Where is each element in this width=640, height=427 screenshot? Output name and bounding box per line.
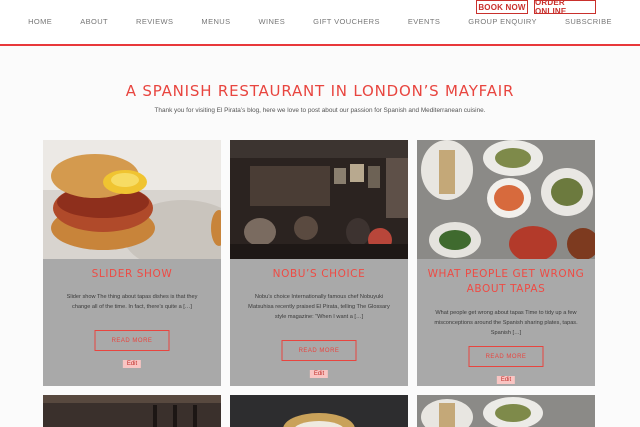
post-image-slider[interactable]: [43, 140, 221, 259]
read-more-button[interactable]: READ MORE: [281, 340, 357, 361]
edit-link[interactable]: Edit: [496, 376, 516, 384]
post-title[interactable]: SLIDER SHOW: [49, 267, 215, 282]
intro-text: Thank you for visiting El Pirata’s blog,…: [154, 107, 486, 114]
edit-link[interactable]: Edit: [122, 360, 142, 368]
nav-item-home[interactable]: HOME: [14, 17, 66, 26]
blog-card: SLIDER SHOW Slider show The thing about …: [43, 140, 221, 386]
post-image-tapas[interactable]: [417, 140, 595, 259]
post-title[interactable]: WHAT PEOPLE GET WRONG ABOUT TAPAS: [423, 267, 589, 297]
main-nav: HOME ABOUT REVIEWS MENUS WINES GIFT VOUC…: [0, 17, 640, 26]
read-more-button[interactable]: READ MORE: [94, 330, 170, 351]
post-title[interactable]: NOBU’S CHOICE: [236, 267, 402, 282]
post-excerpt: What people get wrong about tapas Time t…: [434, 310, 578, 336]
nav-item-group-enquiry[interactable]: GROUP ENQUIRY: [454, 17, 551, 26]
post-excerpt: Slider show The thing about tapas dishes…: [66, 294, 198, 310]
nav-item-about[interactable]: ABOUT: [66, 17, 122, 26]
page-title: A SPANISH RESTAURANT IN LONDON’S MAYFAIR: [125, 82, 515, 100]
post-excerpt: Nobu’s choice Internationally famous che…: [248, 294, 390, 320]
nav-item-reviews[interactable]: REVIEWS: [122, 17, 187, 26]
read-more-button[interactable]: READ MORE: [468, 346, 544, 367]
post-image-partial[interactable]: [230, 395, 408, 427]
nav-item-gift-vouchers[interactable]: GIFT VOUCHERS: [299, 17, 394, 26]
nav-item-wines[interactable]: WINES: [245, 17, 300, 26]
post-image-partial[interactable]: [43, 395, 221, 427]
blog-card: NOBU’S CHOICE Nobu’s choice Internationa…: [230, 140, 408, 386]
nav-item-events[interactable]: EVENTS: [394, 17, 454, 26]
book-now-button[interactable]: BOOK NOW: [476, 0, 528, 14]
order-online-button[interactable]: ORDER ONLINE: [534, 0, 596, 16]
post-image-partial[interactable]: [417, 395, 595, 427]
blog-card: WHAT PEOPLE GET WRONG ABOUT TAPAS What p…: [417, 140, 595, 386]
nav-item-menus[interactable]: MENUS: [187, 17, 244, 26]
site-header: BOOK NOW ORDER ONLINE HOME ABOUT REVIEWS…: [0, 0, 640, 46]
nav-item-subscribe[interactable]: SUBSCRIBE: [551, 17, 626, 26]
post-image-nobu[interactable]: [230, 140, 408, 259]
edit-link[interactable]: Edit: [309, 370, 329, 378]
